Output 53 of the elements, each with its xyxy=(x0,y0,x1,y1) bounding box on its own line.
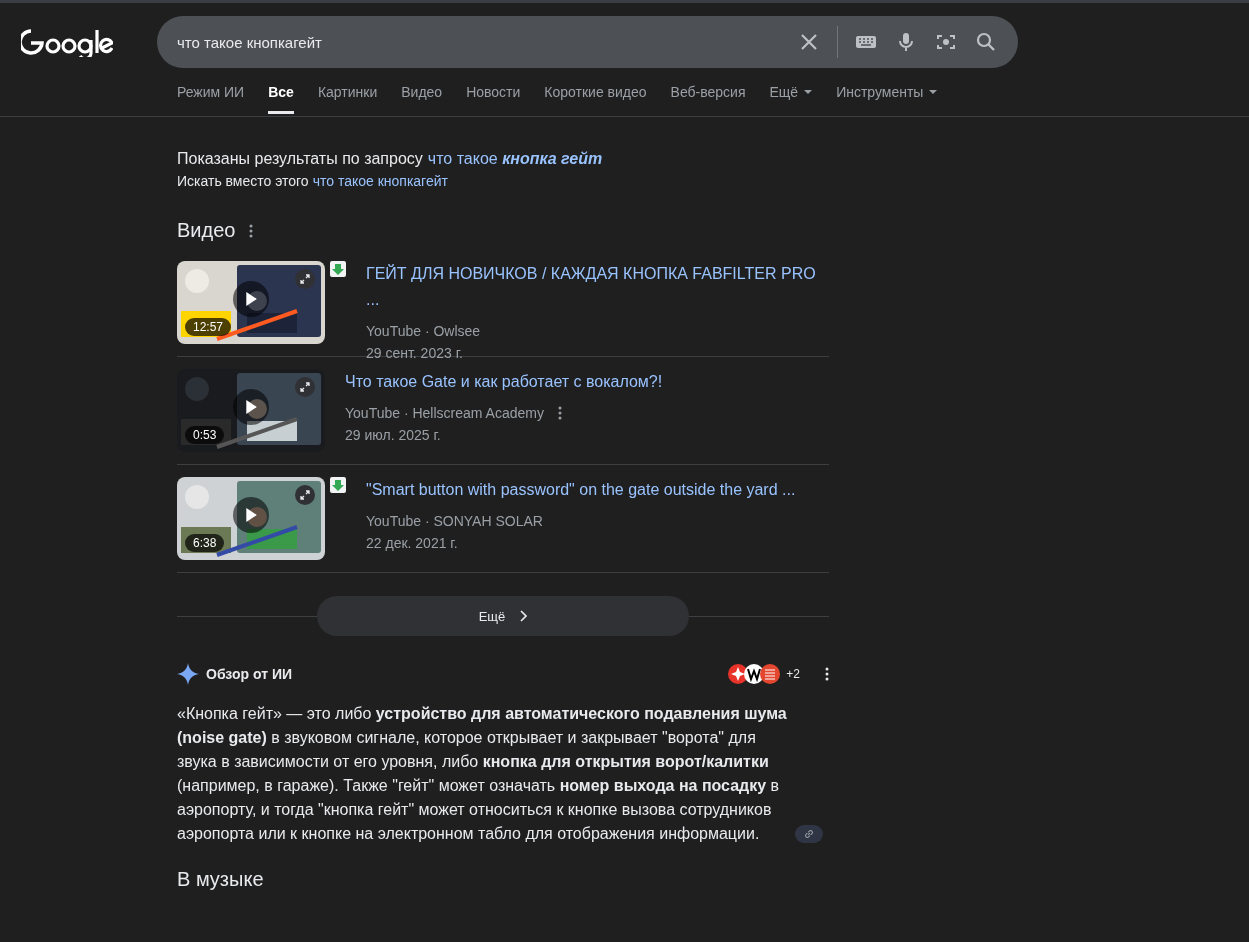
video-title-link[interactable]: "Smart button with password" on the gate outside the yard ... xyxy=(366,477,829,503)
play-icon xyxy=(245,292,257,306)
search-instead-text: Искать вместо этого xyxy=(177,173,309,189)
search-tab[interactable]: Все xyxy=(268,79,294,114)
search-tab[interactable]: Картинки xyxy=(317,79,378,114)
search-tab[interactable]: Новости xyxy=(466,79,521,114)
video-title-link[interactable]: ГЕЙТ ДЛЯ НОВИЧКОВ / КАЖДАЯ КНОПКА FABFILTER PRO ... xyxy=(366,261,829,313)
video-source: YouTube · Owlsee xyxy=(366,323,481,339)
play-icon xyxy=(245,400,257,414)
ai-overview-text: «Кнопка гейт» — это либо устройство для автоматического подавления шума (noise gate) в звуковом сигнале, которое открывает и закрывает "ворота" для звука в зависимости от его уровня, либо кнопка для открытия ворот/калитки (например, в гараже). Также "гейт" может означать номер выхода на посадку в аэропорту, и тогда "кнопка гейт" может относиться к кнопке вызова сотрудников аэропорта или к кнопке на электронном табло для отображения информации. xyxy=(177,704,788,844)
show-more-button[interactable]: Ещё xyxy=(317,596,689,636)
search-tab[interactable]: Ещё xyxy=(769,79,813,114)
play-button[interactable] xyxy=(233,497,269,533)
corrected-query-link[interactable]: что такое кнопка гейт xyxy=(427,150,603,168)
more-sources-count[interactable]: +2 xyxy=(786,667,800,681)
video-date: 29 июл. 2025 г. xyxy=(345,427,442,443)
google-logo[interactable] xyxy=(21,27,113,57)
search-tab[interactable]: Веб-версия xyxy=(670,79,746,114)
link-icon xyxy=(804,829,814,839)
video-thumbnail[interactable]: 6:38 xyxy=(177,477,325,560)
video-date: 22 дек. 2021 г. xyxy=(366,535,459,551)
section-heading: В музыке xyxy=(177,868,265,891)
sparkle-icon xyxy=(177,663,199,685)
play-icon xyxy=(245,508,257,522)
video-thumbnail[interactable]: 0:53 xyxy=(177,369,325,452)
search-tab[interactable]: Инструменты xyxy=(836,79,938,114)
expand-icon[interactable] xyxy=(295,377,315,397)
video-source: YouTube · Hellscream Academy xyxy=(345,405,544,421)
expand-icon[interactable] xyxy=(295,269,315,289)
video-duration: 12:57 xyxy=(185,318,232,336)
search-tab[interactable]: Видео xyxy=(401,79,443,114)
video-duration: 0:53 xyxy=(185,426,225,444)
video-title-link[interactable]: Что такое Gate и как работает с вокалом?! xyxy=(345,369,808,395)
search-tab[interactable]: Режим ИИ xyxy=(177,79,245,114)
video-source: YouTube · SONYAH SOLAR xyxy=(366,513,543,529)
play-button[interactable] xyxy=(233,281,269,317)
video-thumbnail[interactable]: 12:57 xyxy=(177,261,325,344)
original-query-link[interactable]: что такое кнопкагейт xyxy=(312,173,448,189)
expand-icon[interactable] xyxy=(295,485,315,505)
ai-overview-title: Обзор от ИИ xyxy=(206,666,294,682)
more-options-icon[interactable] xyxy=(825,667,829,681)
correction-text: Показаны результаты по запросу xyxy=(177,150,423,168)
search-field[interactable]: что такое кнопкагейт xyxy=(177,33,781,51)
video-duration: 6:38 xyxy=(185,534,225,552)
source-icon[interactable] xyxy=(760,664,781,684)
more-options-icon[interactable] xyxy=(557,406,562,420)
more-options-icon[interactable] xyxy=(249,223,254,238)
search-tab[interactable]: Короткие видео xyxy=(544,79,647,114)
play-button[interactable] xyxy=(233,389,269,425)
chevron-icon xyxy=(519,610,528,622)
video-date: 29 сент. 2023 г. xyxy=(366,345,464,361)
section-heading: Видео xyxy=(177,219,236,242)
link-chip[interactable] xyxy=(795,825,823,843)
